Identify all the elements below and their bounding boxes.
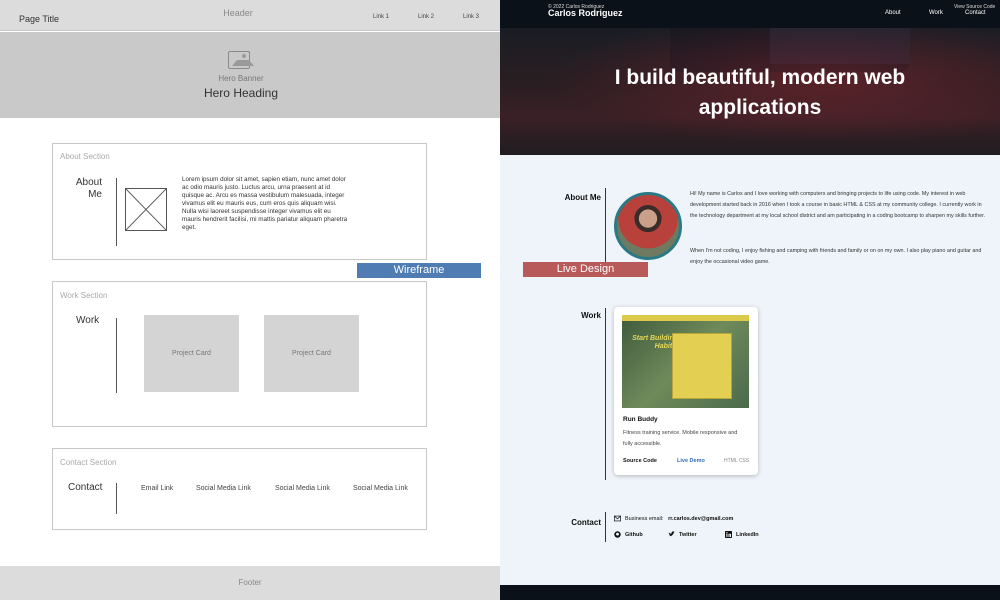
divider: [116, 318, 117, 393]
wireframe-social-link[interactable]: Social Media Link: [275, 485, 330, 492]
project-screenshot-form: [672, 333, 732, 399]
wireframe-panel: Header Page Title Link 1 Link 2 Link 3 H…: [0, 0, 500, 600]
live-demo-link[interactable]: Live Demo: [677, 458, 705, 464]
image-placeholder-icon: [228, 51, 254, 69]
live-hero-heading: I build beautiful, modern web application…: [614, 66, 906, 119]
wireframe-nav-link-2[interactable]: Link 2: [418, 14, 434, 20]
nav-link-contact[interactable]: Contact: [965, 10, 986, 16]
wireframe-hero-heading: Hero Heading: [203, 86, 279, 100]
linkedin-link[interactable]: LinkedIn: [725, 531, 759, 538]
github-icon: [614, 531, 621, 538]
wireframe-about-text: Lorem ipsum dolor sit amet, sapien etiam…: [182, 176, 348, 231]
linkedin-icon: [725, 531, 732, 538]
live-design-panel: Carlos Rodriguez About Work Contact I bu…: [500, 0, 1000, 600]
divider: [605, 308, 606, 480]
live-contact-title: Contact: [571, 518, 601, 527]
live-about-paragraph-2: When I'm not coding, I enjoy fishing and…: [690, 248, 982, 265]
footer-copyright: © 2022 Carlos Rodriguez: [548, 4, 605, 10]
divider: [605, 512, 606, 542]
live-about-title: About Me: [564, 193, 601, 202]
mail-icon: [614, 515, 621, 522]
view-source-link[interactable]: View Source Code: [954, 4, 995, 10]
project-screenshot[interactable]: Start Building Habits.: [622, 315, 749, 408]
project-screenshot-topbar: [622, 315, 749, 321]
wireframe-contact-label: Contact Section: [60, 458, 117, 467]
wireframe-project-card[interactable]: Project Card: [144, 315, 239, 392]
twitter-link[interactable]: Twitter: [668, 531, 697, 538]
source-code-link[interactable]: Source Code: [623, 458, 657, 464]
live-design-tag: Live Design: [523, 262, 648, 277]
wireframe-social-link[interactable]: Social Media Link: [353, 485, 408, 492]
wireframe-contact-title: Contact: [68, 482, 103, 493]
github-link[interactable]: Github: [614, 531, 643, 538]
wireframe-project-card[interactable]: Project Card: [264, 315, 359, 392]
wireframe-hero-sub: Hero Banner: [218, 74, 264, 83]
project-title: Run Buddy: [623, 416, 658, 423]
live-footer: [500, 585, 1000, 600]
wireframe-header-label: Header: [223, 8, 253, 18]
wireframe-social-link[interactable]: Social Media Link: [196, 485, 251, 492]
wireframe-tag: Wireframe: [357, 263, 481, 278]
wireframe-page-title: Page Title: [19, 14, 60, 24]
wireframe-work-label: Work Section: [60, 291, 108, 300]
live-work-title: Work: [581, 311, 601, 320]
wireframe-work-title: Work: [76, 315, 100, 326]
wireframe-nav-link-3[interactable]: Link 3: [463, 14, 479, 20]
wireframe-about-label: About Section: [60, 152, 110, 161]
contact-email-row[interactable]: Business email: rr.carlos.dev@gmail.com: [614, 515, 733, 522]
wireframe-about-title: About Me: [75, 177, 102, 200]
project-description: Fitness training service. Mobile respons…: [623, 430, 738, 447]
nav-link-work[interactable]: Work: [929, 10, 943, 16]
project-tags: HTML CSS: [724, 458, 750, 464]
project-screenshot-title: Start Building Habits.: [632, 335, 678, 350]
nav-link-about[interactable]: About: [885, 10, 901, 16]
wireframe-work-section: [52, 281, 427, 427]
email-link[interactable]: rr.carlos.dev@gmail.com: [668, 516, 733, 522]
email-label: Business email:: [625, 515, 664, 522]
divider: [116, 483, 117, 514]
live-about-paragraph-1: Hi! My name is Carlos and I love working…: [690, 191, 986, 219]
twitter-icon: [668, 531, 675, 537]
avatar: [614, 192, 682, 260]
wireframe-nav-link-1[interactable]: Link 1: [373, 14, 389, 20]
wireframe-footer: Footer: [0, 566, 500, 600]
wireframe-email-link[interactable]: Email Link: [141, 485, 173, 492]
divider: [605, 188, 606, 268]
divider: [116, 178, 117, 246]
image-placeholder-icon: [125, 188, 167, 231]
